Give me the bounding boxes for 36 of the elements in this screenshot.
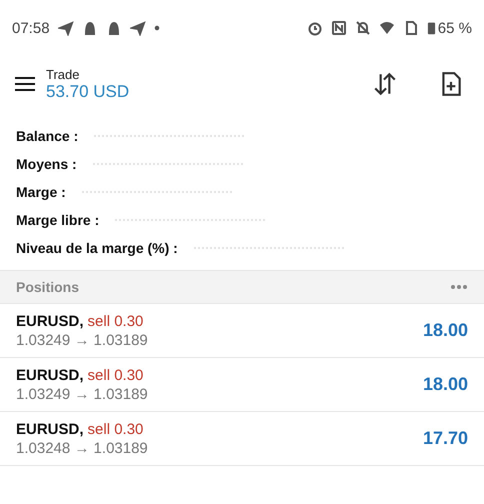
screen-title: Trade [46,66,80,82]
position-prices: 1.03248 → 1.03189 [16,440,149,456]
position-row[interactable]: EURUSD, sell 0.30 1.03249 → 1.03189 18.00 [0,357,484,411]
position-side: sell 0.30 [88,420,144,438]
summary-label: Balance : [16,128,78,144]
wifi-icon [378,20,395,36]
position-row[interactable]: EURUSD, sell 0.30 1.03248 → 1.03189 17.70 [0,411,484,466]
position-profit: 18.00 [422,320,468,341]
position-prices: 1.03249 → 1.03189 [16,332,149,348]
more-icon[interactable] [450,284,468,290]
muted-bell-icon [354,20,371,36]
position-side: sell 0.30 [88,312,144,330]
sort-arrows-icon[interactable] [372,71,398,97]
summary-label: Moyens : [16,156,77,172]
position-profit: 17.70 [422,428,468,449]
position-prices: 1.03249 → 1.03189 [16,386,149,402]
alarm-clock-icon [306,20,323,36]
position-row[interactable]: EURUSD, sell 0.30 1.03249 → 1.03189 18.00 [0,303,484,357]
battery-icon [426,20,436,36]
paper-plane-icon [58,20,74,36]
position-side: sell 0.30 [88,366,144,384]
position-symbol: EURUSD, [16,312,84,330]
position-symbol: EURUSD, [16,420,84,438]
summary-label: Marge : [16,184,66,200]
status-time: 07:58 [12,20,50,36]
section-title: Positions [16,279,80,295]
battery-level: 65 % [438,20,472,36]
summary-label: Marge libre : [16,212,100,228]
dot-icon [154,25,160,31]
position-symbol: EURUSD, [16,366,84,384]
menu-icon[interactable] [14,76,36,92]
paper-plane-icon [130,20,146,36]
nfc-icon [330,20,347,36]
summary-label: Niveau de la marge (%) : [16,240,178,256]
position-profit: 18.00 [422,374,468,395]
account-balance: 53.70 USD [46,82,130,102]
